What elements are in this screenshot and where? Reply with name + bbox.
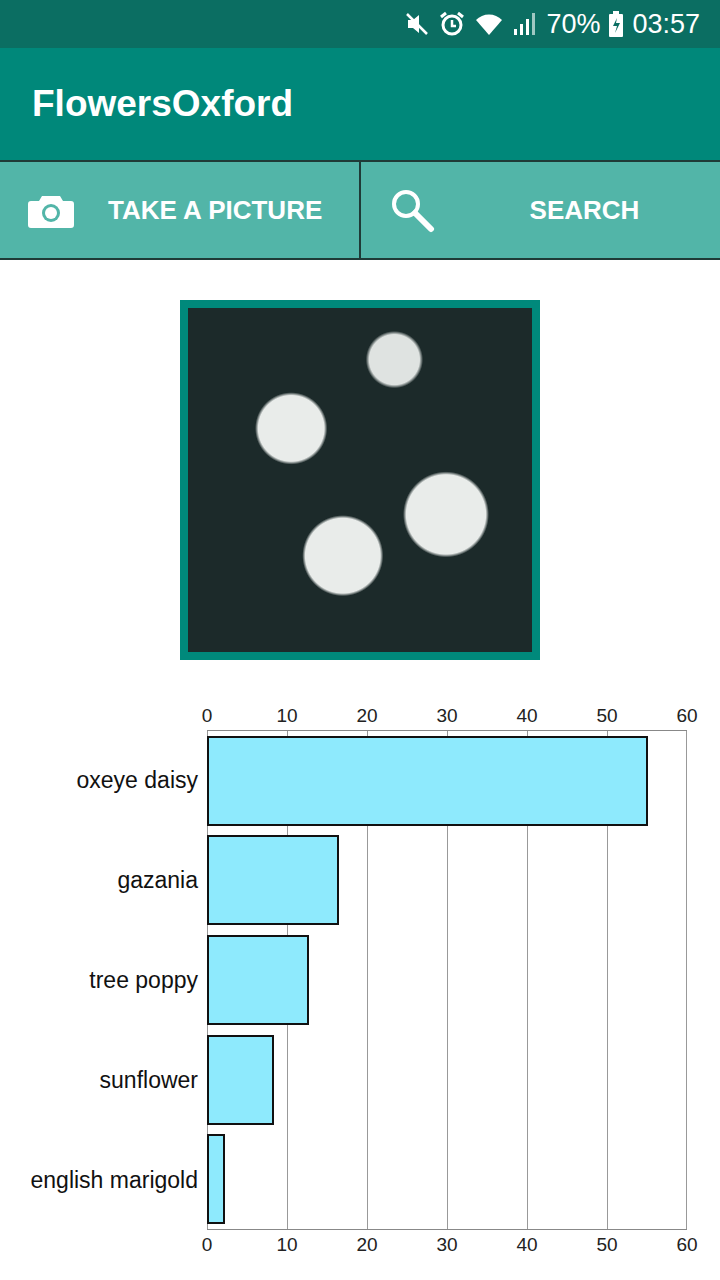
flower-photo (180, 300, 540, 660)
axis-tick: 0 (202, 1234, 213, 1256)
category-labels: oxeye daisygazaniatree poppysunflowereng… (0, 730, 207, 1230)
axis-tick: 20 (356, 1234, 377, 1256)
bar-row (207, 731, 687, 831)
category-label: sunflower (0, 1030, 207, 1130)
battery-level: 70% (546, 9, 600, 40)
wifi-icon (474, 11, 504, 37)
search-icon (389, 187, 435, 233)
bar (207, 1035, 274, 1125)
bar-row (207, 1129, 687, 1229)
axis-tick: 30 (436, 1234, 457, 1256)
axis-tick: 10 (276, 1234, 297, 1256)
grid-line (686, 731, 687, 1229)
chart-body: oxeye daisygazaniatree poppysunflowereng… (0, 730, 720, 1230)
button-label: SEARCH (469, 195, 720, 226)
status-bar: 70% 03:57 (0, 0, 720, 48)
app-title: FlowersOxford (32, 83, 293, 125)
camera-button[interactable]: TAKE A PICTURE (0, 162, 359, 258)
category-label: tree poppy (0, 930, 207, 1030)
axis-tick: 30 (436, 705, 457, 727)
action-bar: TAKE A PICTURE SEARCH (0, 160, 720, 260)
signal-icon (512, 11, 538, 37)
axis-tick: 50 (596, 705, 617, 727)
axis-tick: 60 (676, 705, 697, 727)
bar (207, 935, 309, 1025)
top-axis: 0102030405060 (207, 705, 687, 730)
alarm-icon (438, 10, 466, 38)
category-label: oxeye daisy (0, 730, 207, 830)
axis-tick: 20 (356, 705, 377, 727)
mute-icon (404, 11, 430, 37)
clock: 03:57 (632, 9, 700, 40)
axis-tick: 40 (516, 705, 537, 727)
search-button[interactable]: SEARCH (359, 162, 720, 258)
bar-row (207, 930, 687, 1030)
camera-icon (28, 192, 74, 228)
bar-row (207, 1030, 687, 1130)
bottom-axis: 0102030405060 (207, 1230, 687, 1260)
axis-tick: 10 (276, 705, 297, 727)
axis-tick: 0 (202, 705, 213, 727)
category-label: english marigold (0, 1130, 207, 1230)
category-label: gazania (0, 830, 207, 930)
bar (207, 835, 339, 925)
plot-area (207, 730, 687, 1230)
bar-row (207, 831, 687, 931)
bar-chart: 0 10 20 30 40 50 60 oxeye daisygazaniatree popp… (0, 705, 720, 1260)
bar (207, 736, 648, 826)
axis-tick: 40 (516, 1234, 537, 1256)
battery-icon (608, 10, 624, 38)
axis-tick: 50 (596, 1234, 617, 1256)
app-bar: FlowersOxford (0, 48, 720, 160)
button-label: TAKE A PICTURE (108, 195, 342, 226)
bar (207, 1134, 225, 1224)
axis-tick: 60 (676, 1234, 697, 1256)
